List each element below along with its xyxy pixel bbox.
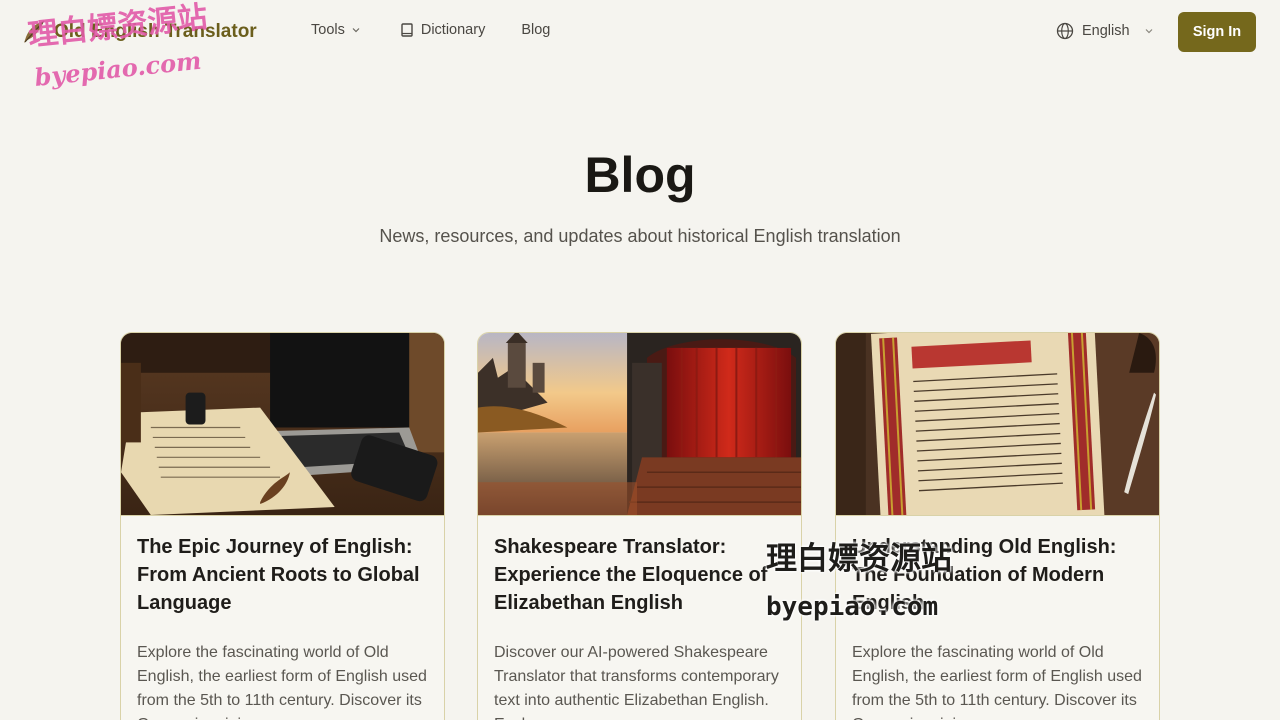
card-excerpt: Explore the fascinating world of Old Eng… <box>852 644 1142 720</box>
logo-link[interactable]: Old English Translator <box>20 17 257 47</box>
blog-card[interactable]: Understanding Old English: The Foundatio… <box>835 332 1160 720</box>
chevron-down-icon <box>352 28 360 33</box>
card-image-castle-theatre <box>478 333 801 516</box>
language-selector[interactable]: English <box>1056 22 1154 40</box>
nav-blog[interactable]: Blog <box>521 22 550 38</box>
sign-in-button[interactable]: Sign In <box>1178 12 1256 52</box>
card-title[interactable]: Understanding Old English: The Foundatio… <box>852 533 1143 617</box>
nav-tools-label: Tools <box>311 22 345 38</box>
book-icon <box>401 23 413 37</box>
quill-icon <box>24 20 45 43</box>
card-body: Shakespeare Translator: Experience the E… <box>478 516 801 720</box>
blog-card[interactable]: Shakespeare Translator: Experience the E… <box>477 332 802 720</box>
page-subtitle: News, resources, and updates about histo… <box>379 226 901 246</box>
nav-dictionary-label: Dictionary <box>420 22 486 38</box>
logo-text: Old English Translator <box>54 21 257 42</box>
main-nav: Tools Dictionary Blog <box>311 22 550 38</box>
page-title: Blog <box>584 147 696 203</box>
card-body: The Epic Journey of English: From Ancien… <box>121 516 444 720</box>
site-header: Old English Translator Tools Dictionary … <box>0 0 1280 64</box>
language-label: English <box>1082 23 1130 39</box>
blog-card[interactable]: The Epic Journey of English: From Ancien… <box>120 332 445 720</box>
card-excerpt: Explore the fascinating world of Old Eng… <box>137 644 427 720</box>
nav-tools[interactable]: Tools <box>311 22 361 38</box>
globe-icon <box>1056 22 1074 40</box>
card-excerpt: Discover our AI-powered Shakespeare Tran… <box>494 644 779 720</box>
card-title[interactable]: The Epic Journey of English: From Ancien… <box>137 533 428 617</box>
nav-blog-label: Blog <box>521 22 551 38</box>
card-title[interactable]: Shakespeare Translator: Experience the E… <box>494 533 785 617</box>
card-image-desk-laptop <box>121 333 444 516</box>
nav-dictionary[interactable]: Dictionary <box>399 22 485 38</box>
card-body: Understanding Old English: The Foundatio… <box>836 516 1159 720</box>
card-image-manuscript <box>836 333 1159 516</box>
chevron-down-icon <box>1145 29 1152 34</box>
